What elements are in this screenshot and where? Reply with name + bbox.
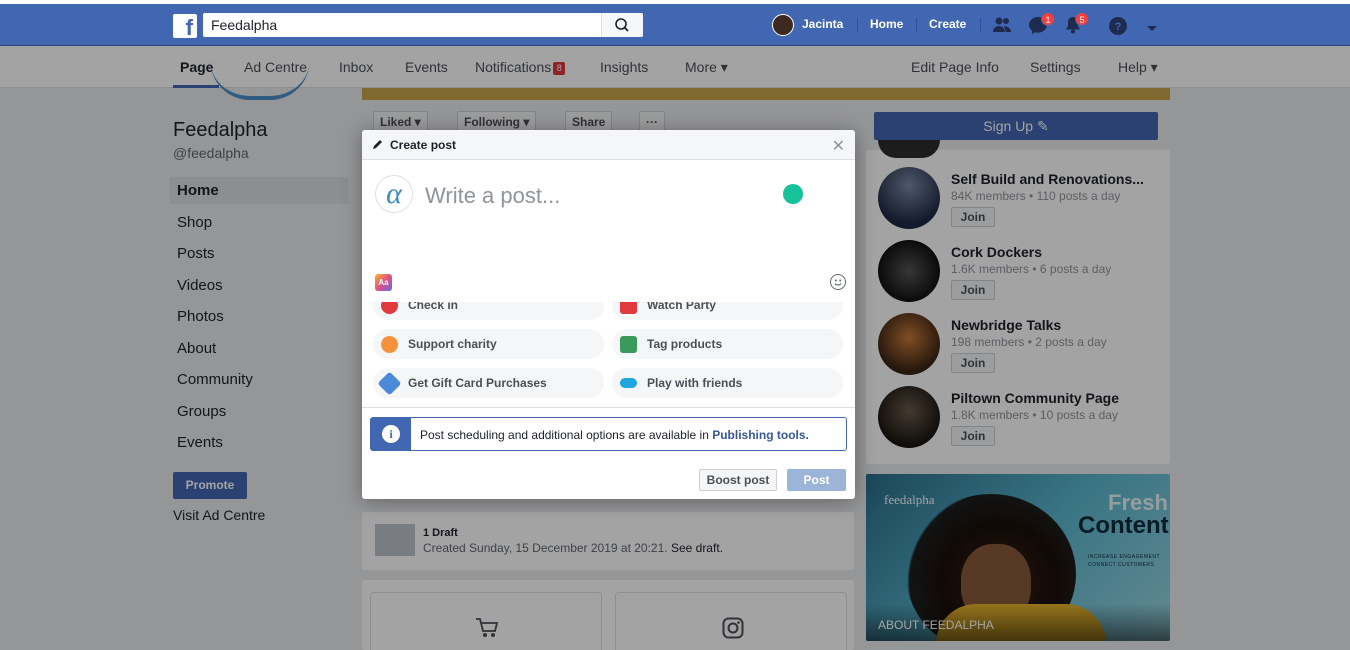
search-icon: [615, 18, 629, 32]
check-in-option[interactable]: Check in: [373, 302, 604, 320]
text-style-button[interactable]: Aa: [375, 274, 392, 291]
info-icon-box: i: [371, 418, 411, 450]
create-link[interactable]: Create: [929, 17, 966, 31]
option-label: Support charity: [408, 337, 497, 351]
close-icon[interactable]: ✕: [832, 136, 845, 156]
feedalpha-logo-icon: α: [386, 177, 402, 210]
option-label: Tag products: [647, 337, 723, 351]
option-label: Watch Party: [647, 302, 716, 312]
tag-products-icon: [620, 336, 637, 353]
search-input-value: Feedalpha: [211, 17, 278, 33]
avatar: [772, 14, 794, 36]
publishing-tools-link[interactable]: Publishing tools.: [712, 428, 809, 442]
friend-requests-icon[interactable]: [992, 16, 1012, 34]
option-label: Play with friends: [647, 376, 743, 390]
checkin-icon: [381, 302, 398, 314]
svg-text:?: ?: [1115, 21, 1122, 33]
messenger-badge: 1: [1041, 12, 1055, 26]
create-post-dialog: Create post ✕ α Write a post... Aa Check…: [362, 130, 855, 499]
gift-card-icon: [377, 371, 402, 396]
divider: [980, 18, 981, 32]
notice-message: Post scheduling and additional options a…: [420, 428, 709, 442]
gift-card-option[interactable]: Get Gift Card Purchases: [373, 368, 604, 398]
user-name: Jacinta: [802, 17, 844, 31]
charity-icon: [381, 336, 398, 353]
divider: [362, 407, 855, 408]
pencil-icon: [373, 140, 382, 149]
game-controller-icon: [620, 378, 637, 388]
facebook-logo-icon[interactable]: f: [173, 14, 197, 38]
info-icon: i: [382, 425, 400, 443]
notifications-badge: 5: [1075, 12, 1089, 26]
search-input[interactable]: Feedalpha: [203, 13, 643, 37]
support-charity-option[interactable]: Support charity: [373, 329, 604, 359]
help-icon[interactable]: ?: [1108, 16, 1128, 35]
option-label: Check in: [408, 302, 459, 312]
home-link[interactable]: Home: [870, 17, 903, 31]
post-options: Check in Watch Party Support charity Tag…: [362, 302, 855, 407]
dialog-title: Create post: [390, 138, 457, 152]
divider: [857, 18, 858, 32]
dialog-header: Create post ✕: [362, 130, 855, 160]
search-button[interactable]: [601, 13, 643, 37]
post-text-input[interactable]: Write a post...: [425, 183, 560, 209]
watch-party-option[interactable]: Watch Party: [612, 302, 843, 320]
emoji-icon[interactable]: [830, 274, 846, 290]
tag-products-option[interactable]: Tag products: [612, 329, 843, 359]
page-avatar: α: [375, 175, 413, 213]
top-bar: f Feedalpha Jacinta Home Create 1 5 ?: [0, 4, 1350, 46]
option-label: Get Gift Card Purchases: [408, 376, 547, 390]
notice-text: Post scheduling and additional options a…: [420, 428, 809, 442]
boost-post-button[interactable]: Boost post: [699, 469, 777, 491]
chevron-down-icon[interactable]: [1146, 20, 1166, 38]
post-button[interactable]: Post: [787, 469, 846, 491]
publishing-tools-notice: i Post scheduling and additional options…: [370, 417, 847, 451]
watch-party-icon: [620, 302, 637, 314]
grammarly-icon[interactable]: [783, 184, 803, 204]
divider: [916, 18, 917, 32]
play-with-friends-option[interactable]: Play with friends: [612, 368, 843, 398]
